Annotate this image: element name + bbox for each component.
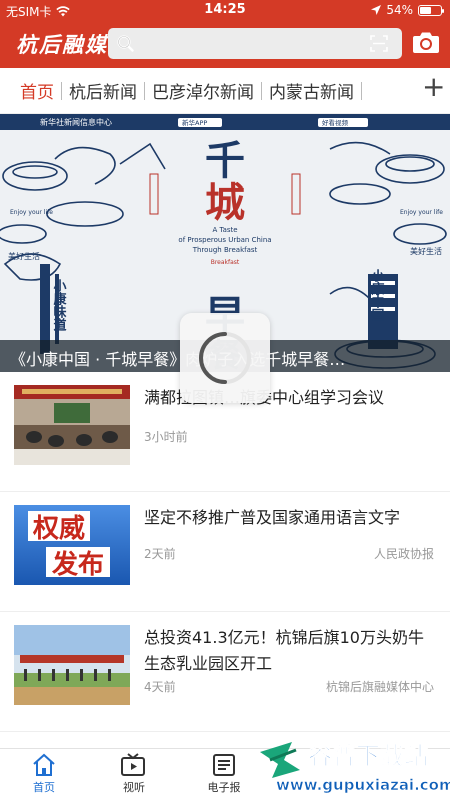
spinner-icon [198, 332, 251, 384]
news-time: 3小时前 [144, 430, 188, 444]
svg-text:of Prosperous Urban China: of Prosperous Urban China [178, 236, 271, 244]
meeting-photo [14, 385, 130, 465]
svg-text:权威: 权威 [32, 513, 85, 544]
tab-hanghou-news[interactable]: 杭后新闻 [62, 78, 144, 103]
plus-icon: + [422, 70, 446, 103]
battery-level [420, 6, 431, 14]
app-logo: 杭后融媒 [16, 32, 108, 57]
site-watermark: 谷普下载站 www.gupuxiazai.com [260, 742, 450, 794]
tab-inner-mongolia-news[interactable]: 内蒙古新闻 [262, 78, 361, 103]
news-time: 2天前 [144, 547, 176, 561]
nav-label: 视听 [123, 781, 145, 794]
svg-text:小康味道: 小康味道 [51, 279, 67, 332]
nav-home[interactable]: 首页 [14, 753, 74, 795]
search-input[interactable] [108, 28, 402, 59]
news-list: 满都拉图镇…旗委中心组学习会议 3小时前 权威 发布 坚定不移推广普及国家通用语… [0, 372, 450, 732]
svg-text:Enjoy your life: Enjoy your life [400, 209, 443, 216]
svg-text:新华社新闻信息中心: 新华社新闻信息中心 [40, 117, 112, 127]
groundbreaking-photo [14, 625, 130, 705]
svg-text:新华APP: 新华APP [182, 118, 207, 127]
news-title: 坚定不移推广普及国家通用语言文字 [144, 508, 401, 527]
svg-text:小康中国: 小康中国 [369, 269, 385, 322]
tab-strip: 首页 杭后新闻 巴彦淖尔新闻 内蒙古新闻 [14, 78, 362, 103]
location-arrow-icon [371, 5, 382, 15]
news-title: 总投资41.3亿元！杭锦后旗10万头奶牛生态乳业园区开工 [144, 628, 424, 673]
nav-label: 电子报 [207, 781, 241, 794]
svg-text:好看视频: 好看视频 [322, 118, 349, 127]
svg-text:Through Breakfast: Through Breakfast [192, 246, 258, 254]
svg-text:发布: 发布 [51, 549, 104, 580]
search-icon [117, 35, 134, 52]
authority-release-image: 权威 发布 [14, 505, 130, 585]
video-icon [121, 753, 145, 776]
tab-bayannur-news[interactable]: 巴彦淖尔新闻 [145, 78, 261, 103]
news-thumbnail [14, 625, 130, 705]
news-thumbnail [14, 385, 130, 465]
status-bar: 无SIM卡 14:25 54% [0, 0, 450, 20]
news-time: 4天前 [144, 680, 176, 694]
add-channel-button[interactable]: + [410, 68, 450, 112]
app-header: 杭后融媒 [0, 20, 450, 68]
svg-text:千: 千 [205, 137, 245, 184]
nav-label: 首页 [33, 781, 55, 794]
battery-percent: 54% [386, 3, 413, 17]
news-item[interactable]: 总投资41.3亿元！杭锦后旗10万头奶牛生态乳业园区开工 4天前 杭锦后旗融媒体… [0, 612, 450, 732]
battery-icon [418, 4, 444, 16]
svg-text:A Taste: A Taste [212, 226, 237, 234]
nav-video[interactable]: 视听 [104, 753, 164, 795]
svg-text:美好生活: 美好生活 [410, 246, 442, 256]
svg-text:城: 城 [205, 179, 245, 226]
tab-home[interactable]: 首页 [14, 78, 61, 103]
svg-text:谷普下载站: 谷普下载站 [308, 742, 428, 770]
scan-icon[interactable] [370, 35, 388, 52]
camera-icon[interactable] [412, 30, 440, 54]
svg-text:Breakfast: Breakfast [211, 259, 240, 266]
news-source: 杭锦后旗融媒体中心 [325, 680, 434, 694]
home-icon [33, 753, 55, 776]
svg-text:www.gupuxiazai.com: www.gupuxiazai.com [276, 776, 450, 794]
channel-tabs: 首页 杭后新闻 巴彦淖尔新闻 内蒙古新闻 + [0, 68, 450, 114]
news-item[interactable]: 权威 发布 坚定不移推广普及国家通用语言文字 2天前 人民政协报 [0, 492, 450, 612]
news-thumbnail: 权威 发布 [14, 505, 130, 585]
svg-text:美好生活: 美好生活 [8, 251, 40, 261]
svg-text:Enjoy your life: Enjoy your life [10, 209, 53, 216]
loading-spinner [180, 313, 270, 403]
news-source: 人民政协报 [373, 547, 434, 561]
status-right: 54% [371, 3, 444, 17]
newspaper-icon [213, 754, 235, 776]
tab-divider [361, 81, 362, 100]
nav-epaper[interactable]: 电子报 [194, 753, 254, 795]
